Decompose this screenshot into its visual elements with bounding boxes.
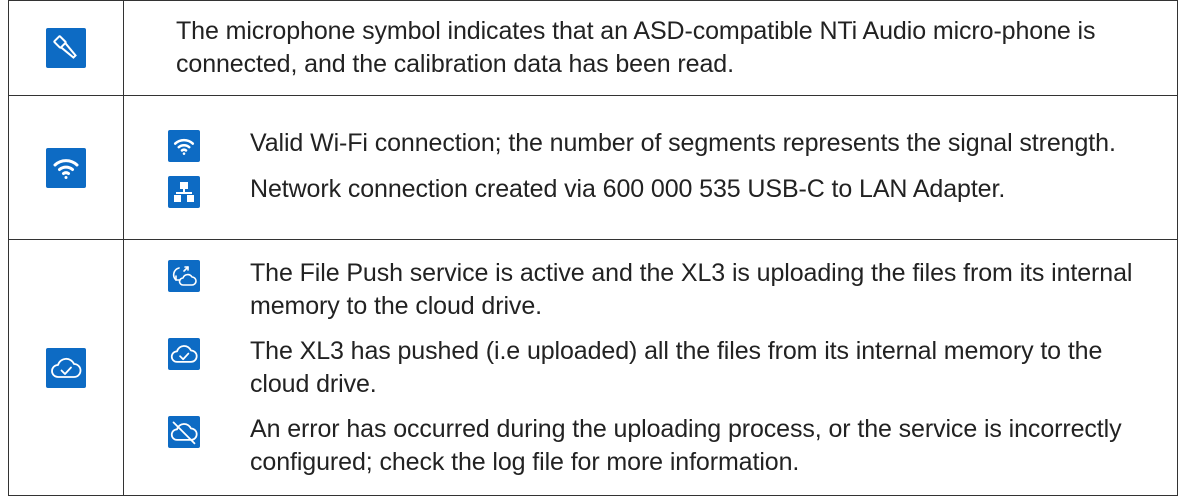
item-description: Valid Wi-Fi connection; the number of se…	[250, 129, 1116, 157]
icon-cell	[8, 0, 124, 96]
item-description: The XL3 has pushed (i.e uploaded) all th…	[250, 336, 1103, 398]
table-row-cloud: The File Push service is active and the …	[8, 239, 1178, 496]
list-item: Valid Wi-Fi connection; the number of se…	[168, 127, 1161, 162]
description-cell: Valid Wi-Fi connection; the number of se…	[123, 95, 1178, 240]
wifi-icon	[46, 147, 86, 188]
icon-cell	[8, 239, 124, 496]
lan-network-icon	[168, 176, 200, 208]
item-description: Network connection created via 600 000 5…	[250, 175, 1006, 203]
description-cell: The microphone symbol indicates that an …	[123, 0, 1178, 96]
microphone-icon	[46, 28, 86, 68]
icon-cell	[8, 95, 124, 240]
wifi-icon	[168, 130, 200, 162]
cloud-off-icon	[168, 415, 200, 448]
sub-item-list: The File Push service is active and the …	[168, 257, 1161, 479]
list-item: The XL3 has pushed (i.e uploaded) all th…	[168, 335, 1161, 401]
list-item: Network connection created via 600 000 5…	[168, 173, 1161, 208]
list-item: An error has occurred during the uploadi…	[168, 413, 1161, 479]
row-description: The microphone symbol indicates that an …	[176, 17, 1096, 78]
description-cell: The File Push service is active and the …	[123, 239, 1178, 496]
table-row-microphone: The microphone symbol indicates that an …	[8, 0, 1178, 96]
sub-item-list: Valid Wi-Fi connection; the number of se…	[168, 127, 1161, 208]
status-icon-legend-table: The microphone symbol indicates that an …	[8, 0, 1178, 496]
table-row-network: Valid Wi-Fi connection; the number of se…	[8, 95, 1178, 240]
list-item: The File Push service is active and the …	[168, 257, 1161, 323]
cloud-sync-icon	[168, 259, 200, 292]
item-description: The File Push service is active and the …	[250, 258, 1133, 320]
item-description: An error has occurred during the uploadi…	[250, 414, 1122, 476]
cloud-check-icon	[46, 347, 86, 388]
cloud-check-icon	[168, 337, 200, 370]
